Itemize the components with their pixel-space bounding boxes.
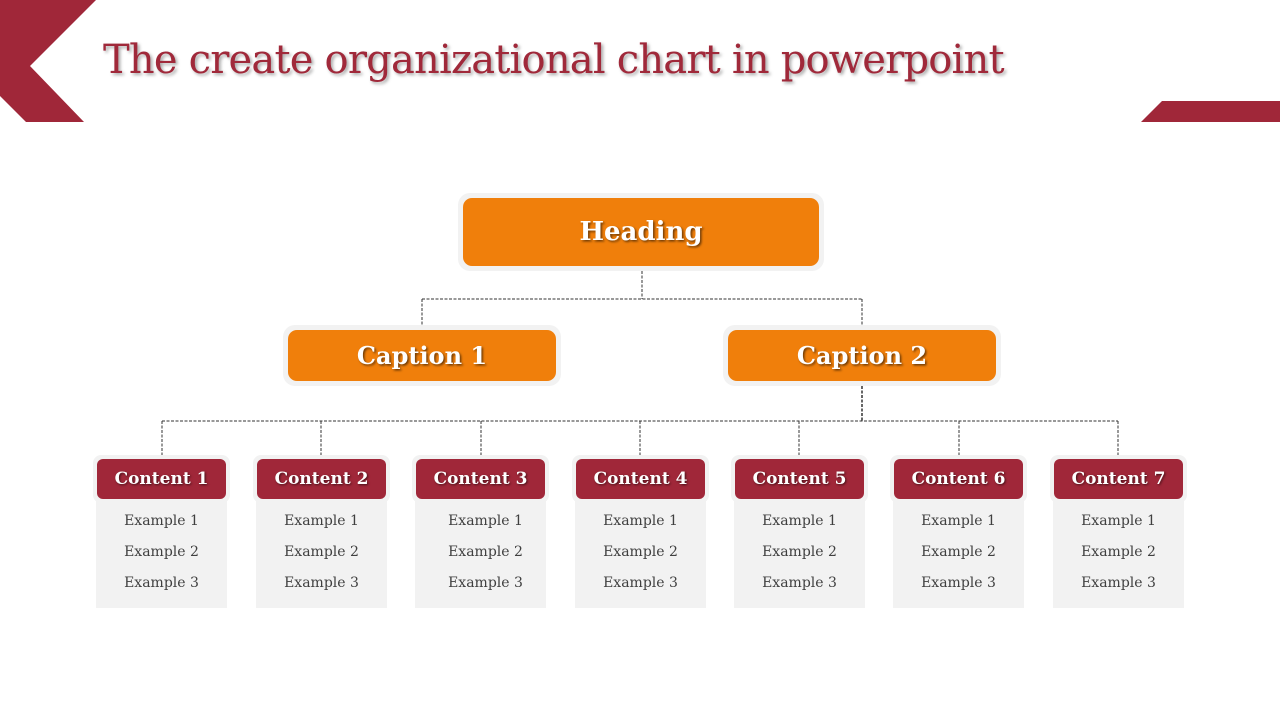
content-body-3: Example 1 Example 2 Example 3 bbox=[415, 499, 546, 608]
content-item: Example 1 bbox=[124, 513, 199, 529]
content-header-6[interactable]: Content 6 bbox=[894, 459, 1023, 499]
decorative-chevron-shape bbox=[0, 0, 96, 122]
content-item: Example 2 bbox=[124, 544, 199, 560]
content-item: Example 3 bbox=[124, 575, 199, 591]
content-item: Example 1 bbox=[284, 513, 359, 529]
content-item: Example 2 bbox=[921, 544, 996, 560]
content-item: Example 3 bbox=[921, 575, 996, 591]
content-item: Example 1 bbox=[603, 513, 678, 529]
content-header-4[interactable]: Content 4 bbox=[576, 459, 705, 499]
content-column-5: Content 5 Example 1 Example 2 Example 3 bbox=[731, 455, 868, 608]
content-item: Example 3 bbox=[1081, 575, 1156, 591]
content-item: Example 1 bbox=[448, 513, 523, 529]
content-header-2[interactable]: Content 2 bbox=[257, 459, 386, 499]
content-body-6: Example 1 Example 2 Example 3 bbox=[893, 499, 1024, 608]
content-item: Example 1 bbox=[1081, 513, 1156, 529]
content-column-3: Content 3 Example 1 Example 2 Example 3 bbox=[412, 455, 549, 608]
content-header-frame: Content 3 bbox=[412, 455, 549, 503]
content-item: Example 2 bbox=[448, 544, 523, 560]
content-body-4: Example 1 Example 2 Example 3 bbox=[575, 499, 706, 608]
content-item: Example 2 bbox=[1081, 544, 1156, 560]
content-header-1[interactable]: Content 1 bbox=[97, 459, 226, 499]
caption-node-2[interactable]: Caption 2 bbox=[728, 330, 996, 381]
caption-node-1[interactable]: Caption 1 bbox=[288, 330, 556, 381]
content-body-1: Example 1 Example 2 Example 3 bbox=[96, 499, 227, 608]
content-column-6: Content 6 Example 1 Example 2 Example 3 bbox=[890, 455, 1027, 608]
caption-2-frame: Caption 2 bbox=[723, 325, 1001, 386]
content-body-5: Example 1 Example 2 Example 3 bbox=[734, 499, 865, 608]
heading-node[interactable]: Heading bbox=[463, 198, 819, 266]
content-item: Example 3 bbox=[448, 575, 523, 591]
slide-title: The create organizational chart in power… bbox=[103, 37, 1005, 83]
content-item: Example 2 bbox=[284, 544, 359, 560]
content-header-5[interactable]: Content 5 bbox=[735, 459, 864, 499]
connector-lines bbox=[161, 271, 1119, 456]
content-body-2: Example 1 Example 2 Example 3 bbox=[256, 499, 387, 608]
content-header-frame: Content 7 bbox=[1050, 455, 1187, 503]
content-item: Example 1 bbox=[921, 513, 996, 529]
content-column-7: Content 7 Example 1 Example 2 Example 3 bbox=[1050, 455, 1187, 608]
decorative-bar-shape bbox=[1141, 101, 1280, 122]
content-column-4: Content 4 Example 1 Example 2 Example 3 bbox=[572, 455, 709, 608]
content-item: Example 3 bbox=[762, 575, 837, 591]
content-header-frame: Content 1 bbox=[93, 455, 230, 503]
heading-node-frame: Heading bbox=[458, 193, 824, 271]
content-item: Example 1 bbox=[762, 513, 837, 529]
caption-1-frame: Caption 1 bbox=[283, 325, 561, 386]
content-header-7[interactable]: Content 7 bbox=[1054, 459, 1183, 499]
content-header-frame: Content 5 bbox=[731, 455, 868, 503]
content-column-1: Content 1 Example 1 Example 2 Example 3 bbox=[93, 455, 230, 608]
content-item: Example 2 bbox=[603, 544, 678, 560]
content-item: Example 2 bbox=[762, 544, 837, 560]
content-column-2: Content 2 Example 1 Example 2 Example 3 bbox=[253, 455, 390, 608]
content-body-7: Example 1 Example 2 Example 3 bbox=[1053, 499, 1184, 608]
content-item: Example 3 bbox=[603, 575, 678, 591]
content-header-3[interactable]: Content 3 bbox=[416, 459, 545, 499]
content-header-frame: Content 4 bbox=[572, 455, 709, 503]
content-item: Example 3 bbox=[284, 575, 359, 591]
content-header-frame: Content 2 bbox=[253, 455, 390, 503]
content-header-frame: Content 6 bbox=[890, 455, 1027, 503]
